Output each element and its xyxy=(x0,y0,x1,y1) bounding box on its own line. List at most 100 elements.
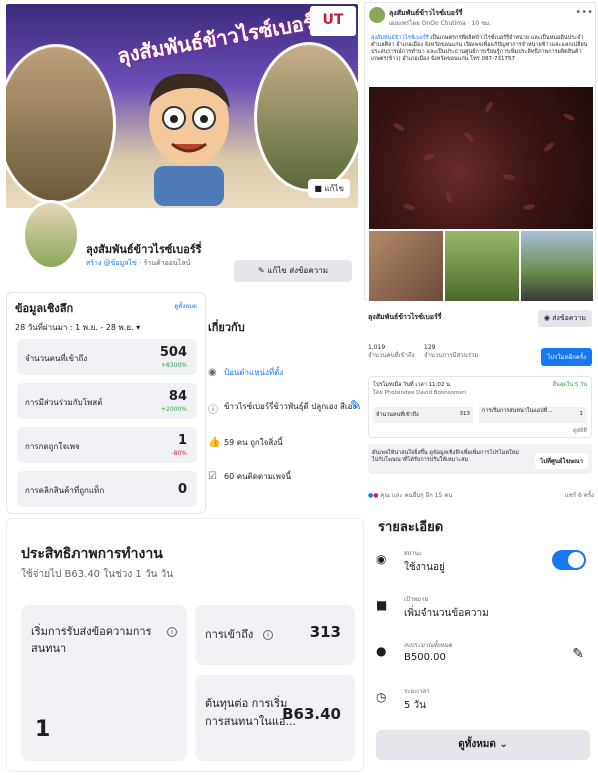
stat-card[interactable]: การกดถูกใจเพจ 1 -80% xyxy=(17,427,197,463)
stat-card[interactable]: การคลิกสินค้าที่ถูกแท็ก 0 xyxy=(17,471,197,507)
ad-reach-box: จำนวนคนที่เข้าถึง 313 xyxy=(373,407,473,423)
metric-label: การเข้าถึง xyxy=(205,628,254,641)
clock-icon: ◷ xyxy=(376,690,387,704)
post-image-thumb[interactable] xyxy=(521,231,593,301)
detail-row-goal: ■ เป้าหมาย เพิ่มจำนวนข้อความ xyxy=(376,594,586,628)
post-image-thumb[interactable] xyxy=(445,231,519,301)
cover-photo-left xyxy=(6,44,116,204)
page-name: ลุงสัมพันธ์ข้าวไรซ์เบอร์รี่ xyxy=(86,243,202,256)
metric-card-cost[interactable]: ต้นทุนต่อ การเริ่มการสนทนาในแอ... B63.40 xyxy=(195,675,355,761)
create-link[interactable]: สร้าง xyxy=(86,259,101,267)
see-all-details-button[interactable]: ดูทั้งหมด ⌄ xyxy=(376,730,590,760)
reactions-row: ●● คุณ และ คนอื่นๆ อีก 15 คน แชร์ 6 ครั้… xyxy=(368,490,594,500)
stat-card[interactable]: จำนวนคนที่เข้าถึง 504 +8300% xyxy=(17,339,197,375)
reach-label: จำนวนคนที่เข้าถึง xyxy=(368,352,415,359)
post-text-link[interactable]: ลุงสัมพันธ์ข้าวไรซ์เบอร์รี่ xyxy=(371,35,429,41)
metric-value: 313 xyxy=(309,623,341,641)
info-icon[interactable]: i xyxy=(167,627,177,637)
metric-value: B63.40 xyxy=(282,705,341,723)
detail-row-status: ◉ สถานะ ใช้งานอยู่ xyxy=(376,548,586,582)
status-toggle[interactable] xyxy=(552,550,586,570)
performance-subtitle: ใช้จ่ายไป B63.40 ในช่วง 1 วัน วัน xyxy=(21,569,174,580)
performance-panel: ประสิทธิภาพการทำงาน ใช้จ่ายไป B63.40 ในช… xyxy=(6,518,364,772)
ad-reach-value: 313 xyxy=(459,411,471,417)
check-icon: ☑ xyxy=(208,470,217,482)
detail-value: B500.00 xyxy=(404,652,446,663)
promo-text: ดันเพจให้น่าสนใจยิ่งขึ้น ดูข้อมูลเชิงลึก… xyxy=(372,450,519,463)
ad-conv-value: 1 xyxy=(579,411,584,417)
details-panel: รายละเอียด ◉ สถานะ ใช้งานอยู่ ■ เป้าหมาย… xyxy=(368,508,594,772)
metric-label: เริ่มการรับส่งข้อความการสนทนา xyxy=(31,625,152,655)
engagement-value: 129 xyxy=(424,344,436,351)
performance-title: ประสิทธิภาพการทำงาน xyxy=(21,546,163,562)
rice-texture xyxy=(393,101,575,210)
detail-value: 5 วัน xyxy=(404,700,426,711)
cover-photo-right xyxy=(254,42,358,192)
date-range-label: 28 วันที่ผ่านมา : 1 พ.ย. - 28 พ.ย. xyxy=(15,323,134,332)
edit-budget-icon[interactable]: ✎ xyxy=(572,646,584,662)
cartoon-illustration xyxy=(149,73,230,206)
edit-send-message-button[interactable]: ✎ แก้ไข ส่งข้อความ xyxy=(234,260,352,282)
stat-label: จำนวนคนที่เข้าถึง xyxy=(25,354,88,363)
post-image-thumb[interactable] xyxy=(369,231,443,301)
about-item-label: 60 คนติดตามเพจนี้ xyxy=(224,472,292,481)
about-item-label: ป้อนตำแหน่งที่ตั้ง xyxy=(224,368,284,377)
send-message-button[interactable]: ◉ ส่งข้อความ xyxy=(537,310,592,327)
stat-label: การมีส่วนร่วมกับโพสต์ xyxy=(25,398,103,407)
ad-summary-card[interactable]: โปรโมทเมื่อ วันที่ เวลา 11:02 น. สิ้นสุด… xyxy=(368,376,592,438)
insights-title: ข้อมูลเชิงลึก xyxy=(15,302,74,315)
reach-stat: 1,019 จำนวนคนที่เข้าถึง xyxy=(368,344,415,360)
pencil-icon: ✎ xyxy=(258,266,268,275)
page-category: ร้านค้าออนไลน์ xyxy=(143,259,191,267)
ad-status: สิ้นสุดใน 5 วัน xyxy=(552,382,587,388)
stat-value: 0 xyxy=(177,482,187,497)
post-meta: เผยแพร่โดย OnOo Chutima · 10 ชม. xyxy=(389,20,492,27)
more-options-icon[interactable]: ••• xyxy=(575,7,593,18)
engagement-stat: 129 จำนวนการมีส่วนร่วม xyxy=(424,344,478,360)
reach-value: 1,019 xyxy=(368,344,386,351)
stat-value: 84 xyxy=(168,389,187,404)
edit-cover-button[interactable]: ■ แก้ไข xyxy=(308,179,350,198)
post-card: ลุงสัมพันธ์ข้าวไรซ์เบอร์รี่ เผยแพร่โดย O… xyxy=(364,2,596,301)
about-item-label: 59 คน ถูกใจสิ่งนี้ xyxy=(224,438,283,447)
insights-see-all-link[interactable]: ดูทั้งหมด xyxy=(174,301,197,311)
profile-header: ลุงสัมพันธ์ข้าวไรซ์เบอร์รี่ สร้าง @ข้อมู… xyxy=(6,200,358,294)
pin-icon: ◉ xyxy=(208,366,217,378)
ad-center-button[interactable]: ไปที่ศูนย์โฆษณา xyxy=(535,453,588,469)
info-icon[interactable]: i xyxy=(263,630,273,640)
send-message-label: ส่งข้อความ xyxy=(552,314,586,322)
stat-card[interactable]: การมีส่วนร่วมกับโพสต์ 84 +2000% xyxy=(17,383,197,419)
details-title: รายละเอียด xyxy=(378,520,444,535)
budget-icon: ● xyxy=(376,644,387,658)
about-item-description: ⓘ ข้าวไรซ์เบอร์รี่ข้าวพันธุ์ดี ปลูกเอง ส… xyxy=(208,400,358,416)
boost-again-button[interactable]: โปรโมทอีกครั้ง xyxy=(541,348,592,366)
edit-button-label: แก้ไข ส่งข้อความ xyxy=(267,266,328,275)
detail-label: ระยะเวลา xyxy=(404,688,430,695)
cover-photo: ลุงสัมพันธ์ข้าวไรซ์เบอร์รี่ UT ■ แก้ไข xyxy=(6,4,358,208)
about-item-location[interactable]: ◉ ป้อนตำแหน่งที่ตั้ง xyxy=(208,366,358,379)
ad-by-line: โดย Pholsindee David Boonsomsri xyxy=(373,390,466,396)
boost-row: 1,019 จำนวนคนที่เข้าถึง 129 จำนวนการมีส่… xyxy=(364,340,596,374)
edit-pencil-icon[interactable]: ✎ xyxy=(350,398,362,414)
detail-label: เป้าหมาย xyxy=(404,596,429,603)
engagement-label: จำนวนการมีส่วนร่วม xyxy=(424,352,479,359)
post-avatar[interactable] xyxy=(369,7,385,23)
shares-count[interactable]: แชร์ 6 ครั้ง xyxy=(565,490,594,500)
stat-change: +8300% xyxy=(161,362,187,369)
avatar[interactable] xyxy=(22,200,80,270)
post-image-rice[interactable] xyxy=(369,87,593,229)
about-item-likes: 👍 59 คน ถูกใจสิ่งนี้ xyxy=(208,436,358,449)
page-row-name[interactable]: ลุงสัมพันธ์ข้าวไรซ์เบอร์รี่ xyxy=(368,312,442,323)
detail-label: สถานะ xyxy=(404,550,422,557)
detail-row-duration: ◷ ระยะเวลา 5 วัน xyxy=(376,686,586,720)
date-range-selector[interactable]: 28 วันที่ผ่านมา : 1 พ.ย. - 28 พ.ย. ▾ xyxy=(15,321,140,334)
ad-conv-box: การเริ่มการสนทนาในแอปที่... 1 xyxy=(479,407,587,423)
metric-card-reach[interactable]: การเข้าถึง i 313 xyxy=(195,605,355,665)
username-link[interactable]: @ข้อมูลไข่ xyxy=(104,259,137,267)
ad-view-stats-link[interactable]: ดูสถิติ xyxy=(573,427,587,435)
reactions-count[interactable]: คุณ และ คนอื่นๆ อีก 15 คน xyxy=(380,492,452,499)
chevron-down-icon: ⌄ xyxy=(499,739,508,750)
metric-card-conversations[interactable]: เริ่มการรับส่งข้อความการสนทนา i 1 xyxy=(21,605,187,761)
detail-label: งบประมาณทั้งหมด xyxy=(404,642,453,649)
post-text: ลุงสัมพันธ์ข้าวไรซ์เบอร์รี่ เป็นเกษตรกรท… xyxy=(371,35,593,63)
